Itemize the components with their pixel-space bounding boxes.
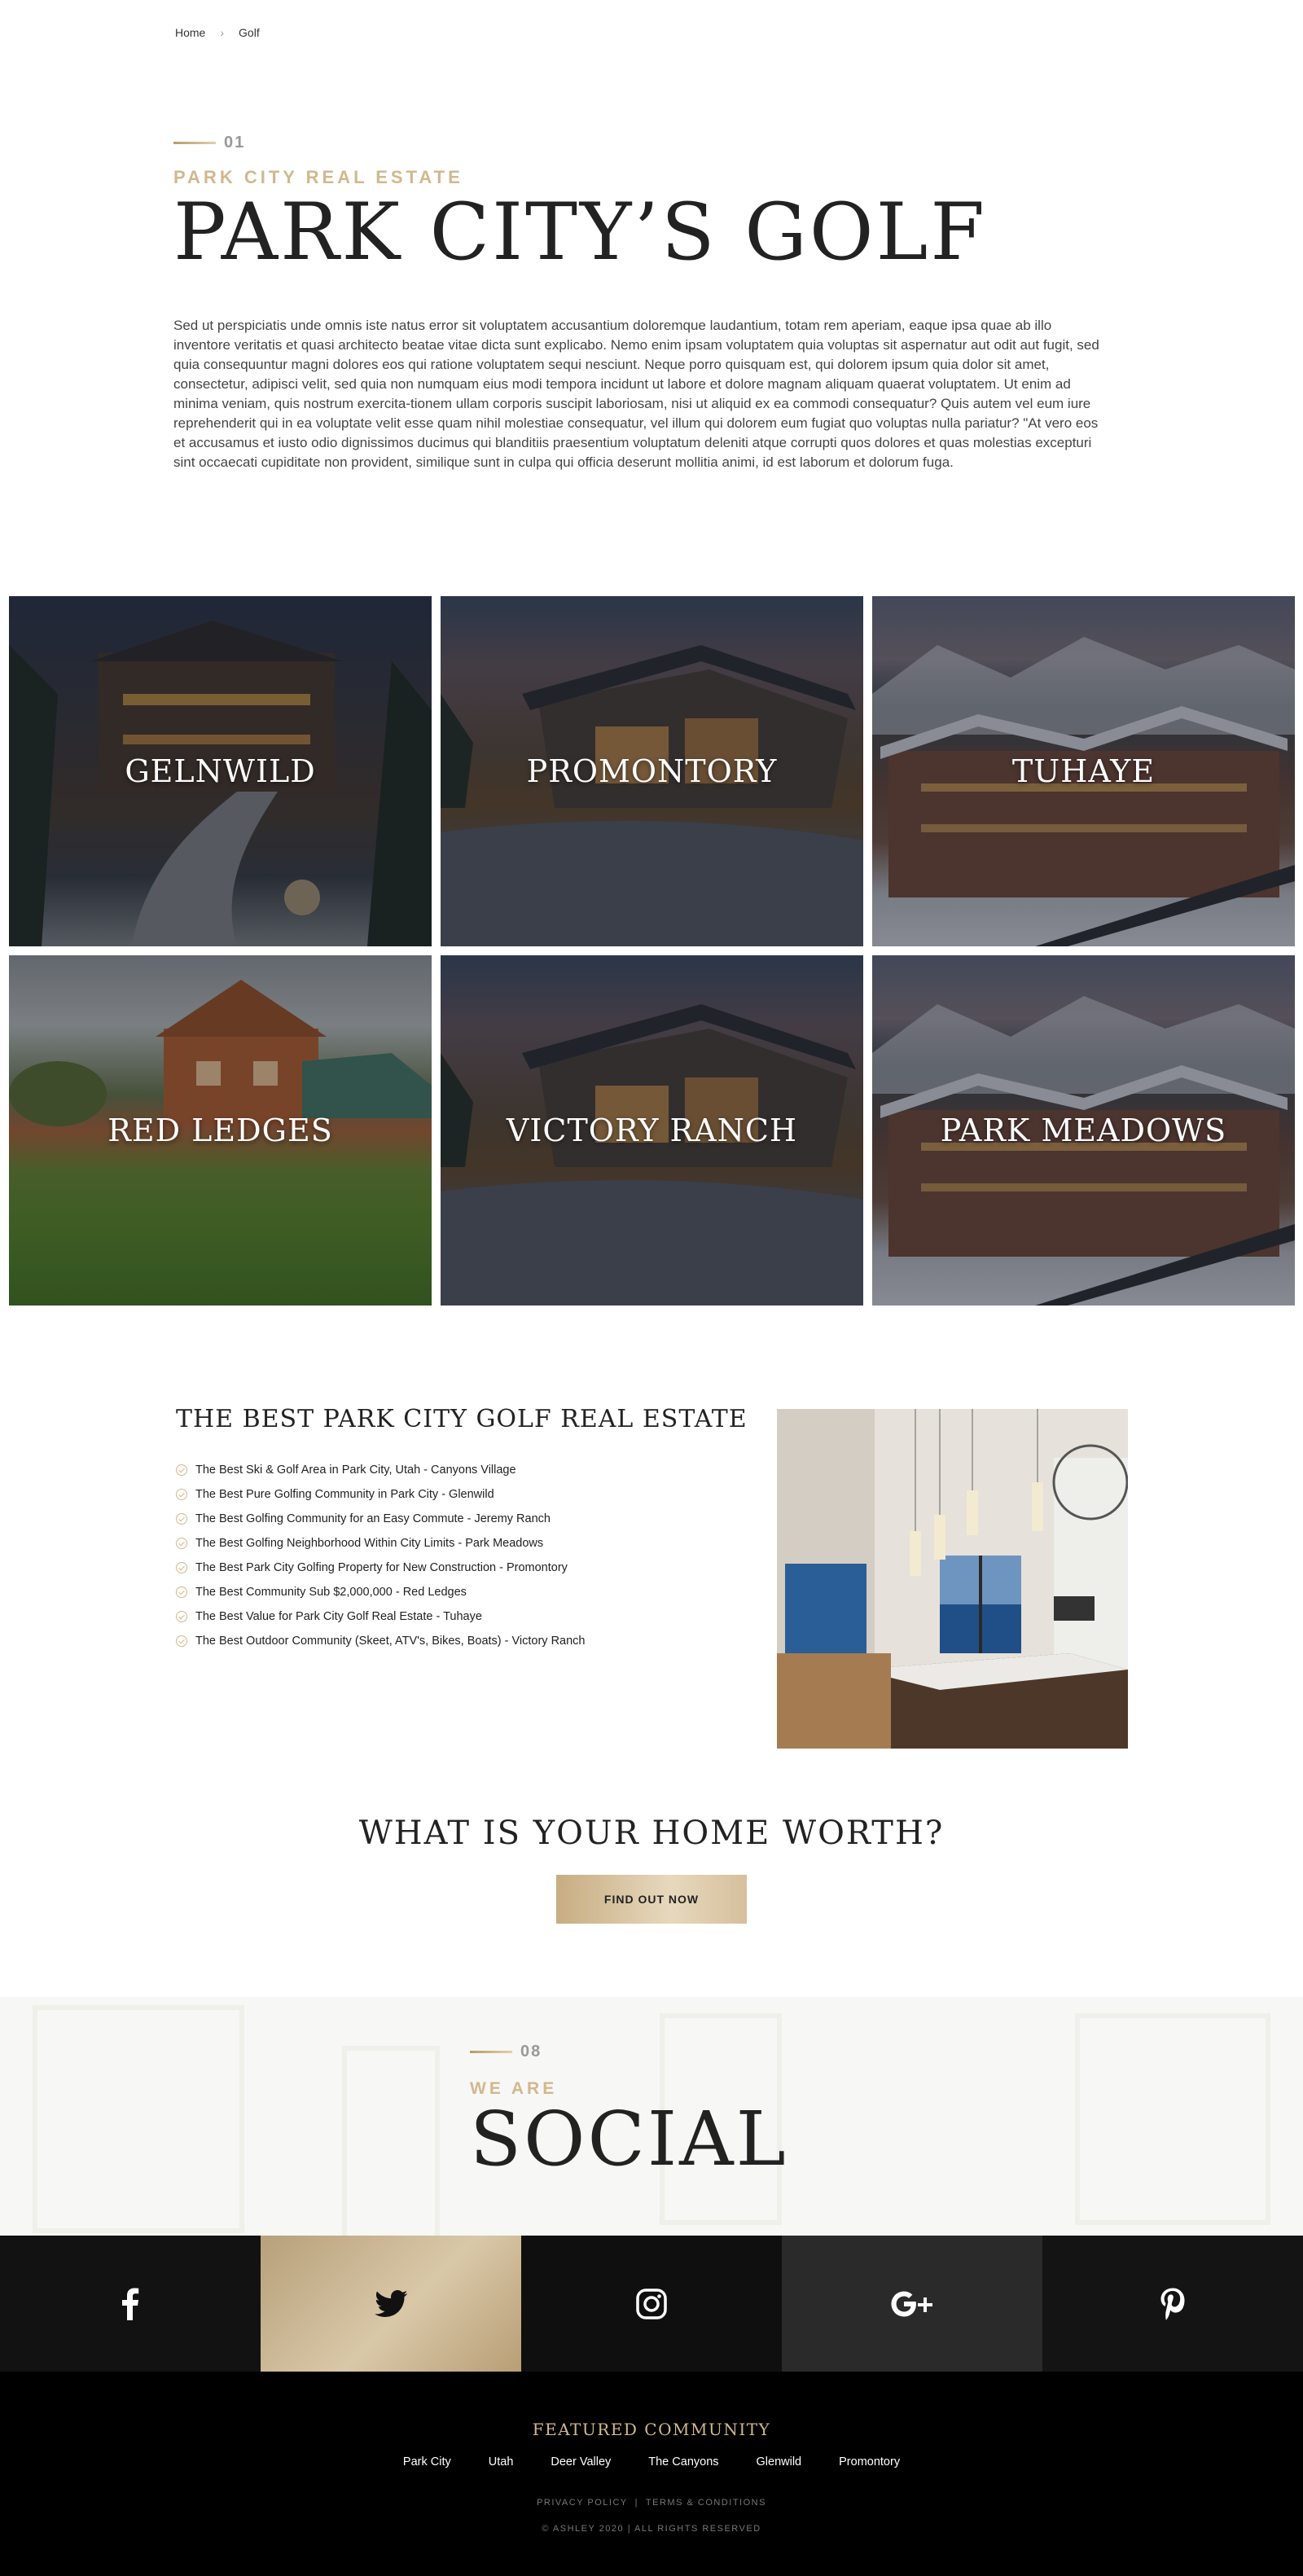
best-list: The Best Ski & Golf Area in Park City, U… xyxy=(176,1458,762,1653)
list-item: The Best Community Sub $2,000,000 - Red … xyxy=(176,1580,762,1604)
section-number: 08 xyxy=(470,2043,788,2061)
breadcrumb: Home › Golf xyxy=(175,26,260,39)
footer: FEATURED COMMUNITY Park City Utah Deer V… xyxy=(0,2372,1303,2576)
twitter-icon xyxy=(375,2289,408,2317)
community-name: GELNWILD xyxy=(125,753,316,789)
list-item: The Best Golfing Neighborhood Within Cit… xyxy=(176,1531,762,1556)
instagram-icon xyxy=(636,2288,667,2319)
community-name: VICTORY RANCH xyxy=(506,1112,798,1148)
social-links-bar xyxy=(0,2236,1303,2372)
list-item: The Best Outdoor Community (Skeet, ATV's… xyxy=(176,1629,762,1653)
list-item: The Best Value for Park City Golf Real E… xyxy=(176,1604,762,1629)
find-out-now-button[interactable]: FIND OUT NOW xyxy=(556,1875,747,1924)
google-plus-link[interactable] xyxy=(782,2236,1042,2372)
community-tile-promontory[interactable]: PROMONTORY xyxy=(441,596,863,946)
community-tile-tuhaye[interactable]: TUHAYE xyxy=(872,596,1295,946)
community-tile-park-meadows[interactable]: PARK MEADOWS xyxy=(872,955,1295,1306)
community-tile-glenwild[interactable]: GELNWILD xyxy=(9,596,432,946)
home-worth-title: WHAT IS YOUR HOME WORTH? xyxy=(358,1815,945,1852)
footer-link-glenwild[interactable]: Glenwild xyxy=(757,2455,802,2468)
footer-title: FEATURED COMMUNITY xyxy=(532,2420,771,2439)
footer-links: Park City Utah Deer Valley The Canyons G… xyxy=(0,2455,1303,2468)
instagram-link[interactable] xyxy=(521,2236,782,2372)
list-item: The Best Ski & Golf Area in Park City, U… xyxy=(176,1458,762,1482)
pinterest-icon xyxy=(1160,2288,1185,2319)
hero-description: Sed ut perspiciatis unde omnis iste natu… xyxy=(173,317,1099,470)
check-circle-icon xyxy=(176,1635,187,1647)
section-number-text: 01 xyxy=(224,134,246,151)
page-title: PARK CITY’S GOLF xyxy=(173,187,987,278)
footer-link-the-canyons[interactable]: The Canyons xyxy=(648,2455,718,2468)
check-circle-icon xyxy=(176,1586,187,1598)
list-item: The Best Park City Golfing Property for … xyxy=(176,1556,762,1580)
community-grid: GELNWILD PROMONTORY TUHAYE RED LEDGES VI… xyxy=(9,596,1295,1306)
facebook-icon xyxy=(122,2288,139,2320)
hero-section: 01 PARK CITY REAL ESTATE PARK CITY’S GOL… xyxy=(173,134,1110,472)
twitter-link[interactable] xyxy=(261,2236,521,2372)
accent-line xyxy=(470,2051,512,2053)
community-tile-victory-ranch[interactable]: VICTORY RANCH xyxy=(441,955,863,1306)
pinterest-link[interactable] xyxy=(1042,2236,1303,2372)
footer-link-park-city[interactable]: Park City xyxy=(403,2455,451,2468)
check-circle-icon xyxy=(176,1464,187,1476)
home-worth-section: WHAT IS YOUR HOME WORTH? FIND OUT NOW xyxy=(0,1815,1303,1924)
footer-legal-links[interactable]: PRIVACY POLICY | TERMS & CONDITIONS xyxy=(0,2498,1303,2508)
community-name: PROMONTORY xyxy=(526,753,778,789)
best-section-title: THE BEST PARK CITY GOLF REAL ESTATE xyxy=(176,1405,748,1433)
footer-link-utah[interactable]: Utah xyxy=(489,2455,514,2468)
social-section-header: 08 WE ARE SOCIAL xyxy=(0,1997,1303,2236)
footer-copyright: © ASHLEY 2020 | ALL RIGHTS RESERVED xyxy=(542,2524,761,2534)
breadcrumb-home-link[interactable]: Home xyxy=(175,26,205,39)
community-name: TUHAYE xyxy=(1011,753,1156,789)
check-circle-icon xyxy=(176,1562,187,1573)
check-circle-icon xyxy=(176,1611,187,1622)
check-circle-icon xyxy=(176,1489,187,1500)
community-name: RED LEDGES xyxy=(107,1112,333,1148)
community-tile-red-ledges[interactable]: RED LEDGES xyxy=(9,955,432,1306)
best-golf-section: THE BEST PARK CITY GOLF REAL ESTATE The … xyxy=(176,1405,762,1653)
chevron-right-icon: › xyxy=(220,26,225,39)
accent-line xyxy=(173,142,216,144)
list-item: The Best Golfing Community for an Easy C… xyxy=(176,1507,762,1531)
footer-link-promontory[interactable]: Promontory xyxy=(839,2455,900,2468)
kitchen-photo xyxy=(777,1409,1128,1749)
check-circle-icon xyxy=(176,1513,187,1525)
list-item: The Best Pure Golfing Community in Park … xyxy=(176,1482,762,1507)
breadcrumb-current: Golf xyxy=(239,26,260,39)
footer-link-deer-valley[interactable]: Deer Valley xyxy=(551,2455,611,2468)
section-number: 01 xyxy=(173,134,1110,152)
google-plus-icon xyxy=(891,2291,932,2316)
hero-eyebrow: PARK CITY REAL ESTATE xyxy=(173,167,463,187)
community-name: PARK MEADOWS xyxy=(940,1112,1227,1148)
facebook-link[interactable] xyxy=(0,2236,261,2372)
check-circle-icon xyxy=(176,1538,187,1549)
social-title: SOCIAL xyxy=(470,2095,788,2183)
section-number-text: 08 xyxy=(520,2043,542,2060)
